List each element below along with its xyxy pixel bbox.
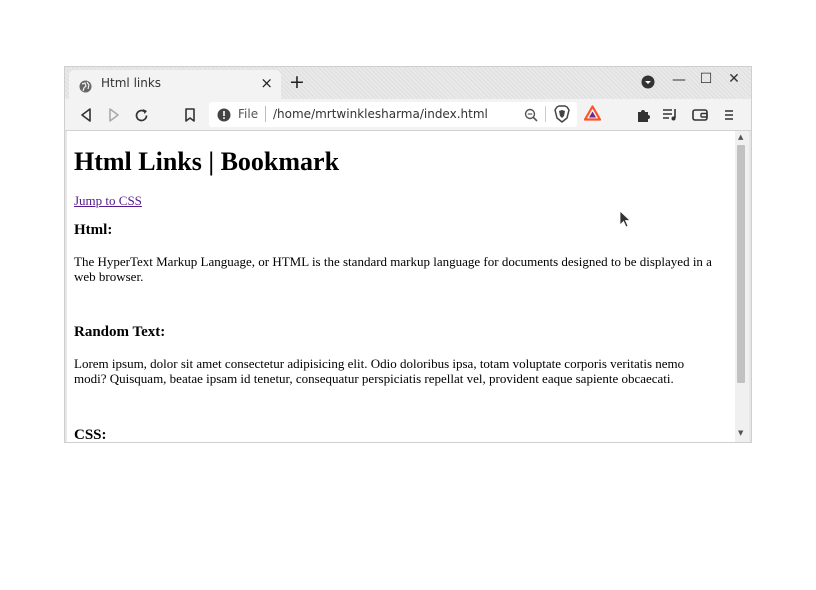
url-text[interactable]: /home/mrtwinklesharma/index.html	[273, 107, 488, 121]
random-text-heading: Random Text:	[74, 324, 166, 340]
html-heading: Html:	[74, 222, 113, 238]
new-tab-button[interactable]: +	[287, 71, 307, 93]
scrollbar-thumb[interactable]	[737, 145, 745, 383]
window-close-button[interactable]: ✕	[725, 71, 743, 87]
maximize-button[interactable]: ☐	[697, 71, 715, 87]
tab-close-icon[interactable]: ×	[260, 74, 273, 92]
browser-window: Html links × + — ☐ ✕ File /home/mrtwinkl…	[64, 66, 752, 443]
navigation-toolbar: File /home/mrtwinklesharma/index.html	[65, 99, 751, 131]
vertical-scrollbar[interactable]: ▲ ▼	[735, 131, 749, 442]
bookmark-icon[interactable]	[181, 106, 199, 124]
page-title: Html Links | Bookmark	[74, 147, 340, 176]
url-divider-2	[545, 106, 546, 122]
info-icon[interactable]	[217, 107, 231, 122]
url-scheme-label: File	[238, 107, 259, 121]
brave-shield-icon[interactable]	[554, 105, 570, 127]
playlist-icon[interactable]	[661, 106, 679, 124]
css-heading: CSS:	[74, 427, 107, 442]
back-icon[interactable]	[77, 106, 95, 124]
chevron-down-icon[interactable]	[639, 75, 657, 93]
url-divider	[265, 106, 266, 122]
globe-icon	[79, 78, 92, 93]
hamburger-menu-icon[interactable]	[720, 106, 738, 124]
random-text-paragraph: Lorem ipsum, dolor sit amet consectetur …	[74, 356, 685, 386]
minimize-button[interactable]: —	[670, 72, 688, 88]
rewards-triangle-icon[interactable]	[583, 105, 602, 125]
tab-bar: Html links × + — ☐ ✕	[65, 67, 751, 99]
scroll-down-icon[interactable]: ▼	[738, 429, 743, 437]
reload-icon[interactable]	[132, 106, 150, 124]
puzzle-icon[interactable]	[634, 106, 652, 124]
wallet-icon[interactable]	[691, 106, 709, 124]
tab-title: Html links	[101, 76, 162, 90]
jump-to-css-link[interactable]: Jump to CSS	[74, 193, 142, 209]
scroll-up-icon[interactable]: ▲	[738, 133, 743, 141]
page-viewport[interactable]: Html Links | Bookmark Jump to CSS Html: …	[67, 131, 735, 442]
html-paragraph: The HyperText Markup Language, or HTML i…	[74, 254, 712, 284]
address-bar[interactable]: File /home/mrtwinklesharma/index.html	[209, 102, 577, 127]
zoom-icon[interactable]	[524, 107, 538, 126]
forward-icon[interactable]	[105, 106, 123, 124]
tab-html-links[interactable]: Html links ×	[69, 70, 281, 99]
mouse-cursor-icon	[619, 210, 632, 232]
